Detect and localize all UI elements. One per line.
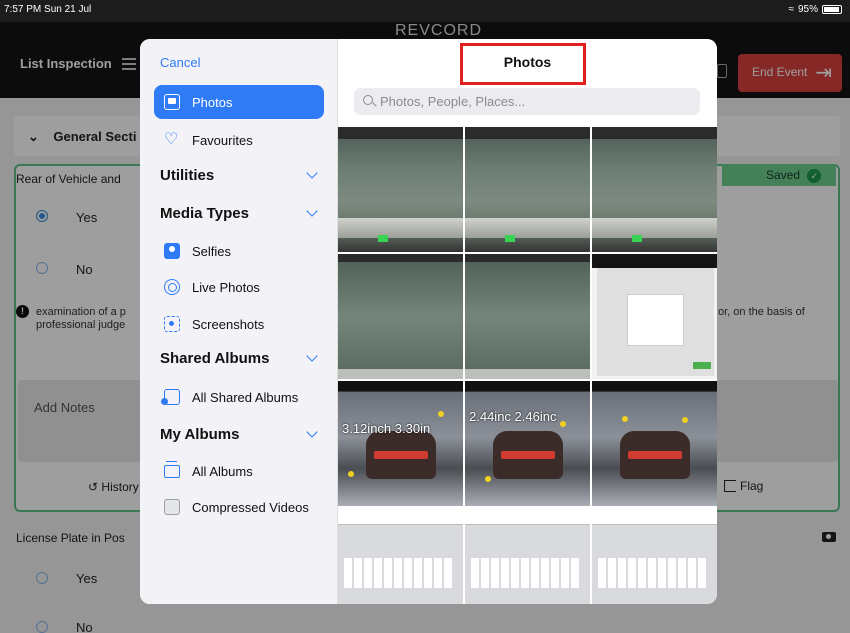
photos-icon xyxy=(164,94,180,110)
measurement-label: 3.12inch 3.30in xyxy=(342,421,430,436)
section-label: Shared Albums xyxy=(160,350,270,367)
chevron-down-icon xyxy=(306,350,318,362)
sidebar-item-all-albums[interactable]: All Albums xyxy=(154,454,324,488)
screenshot-thumbnail[interactable] xyxy=(592,254,717,379)
sidebar-section-media-types[interactable]: Media Types xyxy=(160,205,318,222)
sidebar-item-selfies[interactable]: Selfies xyxy=(154,234,324,268)
chevron-down-icon xyxy=(306,426,318,438)
section-label: My Albums xyxy=(160,426,240,443)
live-photo-icon xyxy=(164,279,180,295)
measurement-thumbnail[interactable]: 2.44inc 2.46inc xyxy=(465,381,590,506)
section-label: Media Types xyxy=(160,205,249,222)
sidebar-item-label: Compressed Videos xyxy=(192,500,309,515)
search-placeholder: Photos, People, Places... xyxy=(380,94,526,109)
sidebar-item-favourites[interactable]: ♡ Favourites xyxy=(154,123,324,157)
status-time: 7:57 PM Sun 21 Jul xyxy=(4,4,92,15)
sidebar-item-label: Live Photos xyxy=(192,280,260,295)
search-icon xyxy=(363,95,373,105)
photo-picker-sheet: Cancel Photos ♡ Favourites Utilities Med… xyxy=(140,39,717,604)
title-highlight-box xyxy=(460,43,586,85)
sidebar-item-label: Favourites xyxy=(192,133,253,148)
selfie-icon xyxy=(164,243,180,259)
photo-thumbnail[interactable] xyxy=(465,254,590,379)
sidebar-item-label: Photos xyxy=(192,95,233,110)
picker-sidebar: Cancel Photos ♡ Favourites Utilities Med… xyxy=(140,39,338,604)
chevron-down-icon xyxy=(306,205,318,217)
sidebar-item-label: All Albums xyxy=(192,464,253,479)
screenshot-thumbnail[interactable] xyxy=(465,508,590,604)
screenshot-thumbnail[interactable] xyxy=(592,508,717,604)
chevron-down-icon xyxy=(306,167,318,179)
photo-thumbnail[interactable] xyxy=(465,127,590,252)
sidebar-item-all-shared-albums[interactable]: All Shared Albums xyxy=(154,380,324,414)
sidebar-section-utilities[interactable]: Utilities xyxy=(160,167,318,184)
section-label: Utilities xyxy=(160,167,215,184)
compressed-album-icon xyxy=(164,499,180,515)
sidebar-item-label: Screenshots xyxy=(192,317,265,332)
shared-album-icon xyxy=(161,389,180,405)
photo-thumbnail[interactable] xyxy=(592,127,717,252)
heart-icon: ♡ xyxy=(164,131,179,148)
picker-main: Photos Photos, People, Places... 3.12inc… xyxy=(338,39,717,604)
measurement-value: 3.30in xyxy=(394,421,431,436)
measurement-label: 2.44inc 2.46inc xyxy=(469,409,556,424)
screenshot-thumbnail[interactable] xyxy=(338,508,463,604)
battery-icon xyxy=(822,5,842,14)
sidebar-section-shared-albums[interactable]: Shared Albums xyxy=(160,350,318,367)
sidebar-item-label: Selfies xyxy=(192,244,232,259)
measurement-thumbnail[interactable]: 3.12inch 3.30in xyxy=(338,381,463,506)
sidebar-item-photos[interactable]: Photos xyxy=(154,85,324,119)
sidebar-item-live-photos[interactable]: Live Photos xyxy=(154,270,324,304)
sidebar-item-compressed-videos[interactable]: Compressed Videos xyxy=(154,490,324,524)
cancel-button[interactable]: Cancel xyxy=(160,55,200,70)
status-bar: 7:57 PM Sun 21 Jul ≈ 95% xyxy=(0,0,850,22)
albums-icon xyxy=(164,461,180,478)
search-input[interactable]: Photos, People, Places... xyxy=(354,88,700,115)
status-right: ≈ 95% xyxy=(788,4,842,15)
photo-thumbnail[interactable] xyxy=(338,127,463,252)
wifi-icon: ≈ xyxy=(788,4,794,15)
photo-thumbnail[interactable] xyxy=(338,254,463,379)
sidebar-item-label: All Shared Albums xyxy=(192,390,299,405)
measurement-value: 3.12inch xyxy=(342,421,392,436)
measurement-value: 2.46inc xyxy=(514,409,557,424)
screenshot-icon xyxy=(164,316,180,332)
measurement-thumbnail[interactable] xyxy=(592,381,717,506)
battery-percent: 95% xyxy=(797,4,818,15)
measurement-value: 2.44inc xyxy=(469,409,511,424)
sidebar-section-my-albums[interactable]: My Albums xyxy=(160,426,318,443)
sidebar-item-screenshots[interactable]: Screenshots xyxy=(154,307,324,341)
